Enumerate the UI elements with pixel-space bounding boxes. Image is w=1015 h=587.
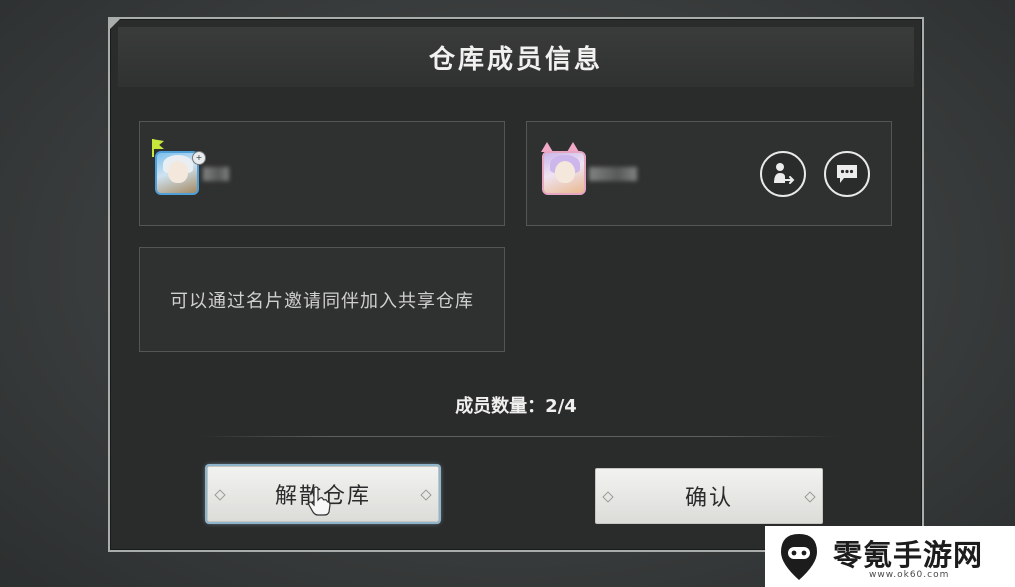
member-name-redacted [589, 167, 637, 181]
divider [200, 436, 840, 437]
dialog-title: 仓库成员信息 [428, 44, 603, 75]
member-count-label: 成员数量：2/4 [455, 396, 577, 417]
member-avatar[interactable] [542, 151, 586, 195]
member-name-redacted [203, 167, 229, 181]
invite-hint-text: 可以通过名片邀请同伴加入共享仓库 [170, 290, 474, 312]
site-watermark: 零氪手游网 www.ok60.com [765, 526, 1015, 587]
chat-button[interactable] [824, 151, 870, 197]
member-card [526, 121, 892, 226]
confirm-button[interactable]: 确认 [595, 468, 823, 524]
button-ornament [804, 491, 816, 503]
confirm-button-label: 确认 [684, 486, 733, 511]
member-card-owner: + [139, 121, 505, 226]
button-ornament [602, 491, 614, 503]
watermark-title: 零氪手游网 [833, 538, 984, 572]
button-ornament [214, 489, 226, 501]
hand-cursor-icon [308, 486, 331, 516]
transfer-user-icon [774, 163, 795, 184]
location-pin-logo-icon [781, 534, 817, 580]
owner-flag-icon [152, 139, 164, 149]
chat-bubble-icon [837, 165, 857, 183]
invite-slot-card[interactable]: 可以通过名片邀请同伴加入共享仓库 [139, 247, 505, 352]
avatar-face [555, 161, 575, 183]
button-ornament [420, 489, 432, 501]
dialog-header: 仓库成员信息 [118, 27, 914, 87]
watermark-url: www.ok60.com [869, 570, 950, 580]
avatar-face [168, 161, 188, 183]
transfer-owner-button[interactable] [760, 151, 806, 197]
avatar-badge-icon: + [192, 151, 206, 165]
